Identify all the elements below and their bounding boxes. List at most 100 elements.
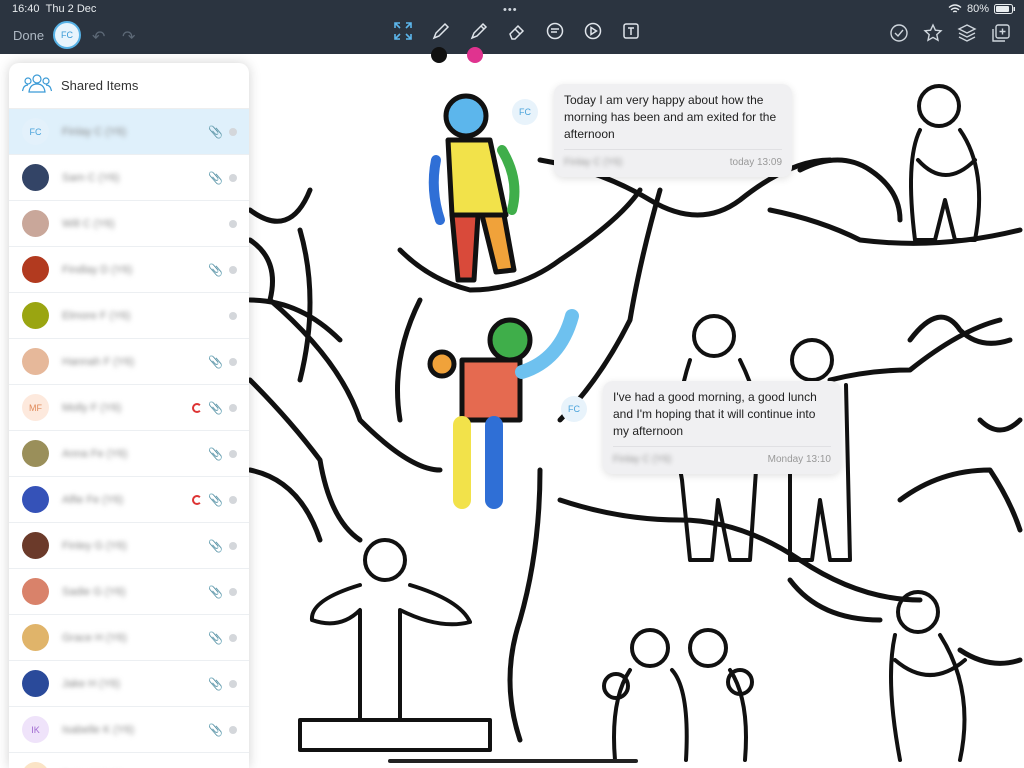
list-item[interactable]: Sam C (Y6) 📎 (9, 155, 249, 201)
comment-time: today 13:09 (729, 157, 782, 168)
list-item[interactable]: Hannah F (Y6) 📎 (9, 339, 249, 385)
status-time: 16:40 Thu 2 Dec (12, 3, 97, 15)
done-button[interactable]: Done (13, 28, 44, 43)
play-icon[interactable] (582, 20, 604, 42)
status-dot-icon (229, 587, 237, 596)
layers-icon[interactable] (956, 22, 978, 44)
student-name: Alfie Fe (Y6) (62, 493, 124, 506)
avatar (22, 578, 49, 605)
student-name: Isabelle K (Y6) (62, 723, 135, 736)
comment-text: Today I am very happy about how the morn… (564, 93, 777, 141)
comment-icon[interactable] (544, 20, 566, 42)
top-toolbar: 16:40 Thu 2 Dec ••• 80% Done FC ↶ ↷ (0, 0, 1024, 63)
colored-figure-top (428, 93, 520, 283)
avatar: IK (22, 716, 49, 743)
sidebar-header: Shared Items (9, 63, 249, 109)
status-dot-icon (229, 219, 237, 228)
list-item[interactable]: Finley G (Y6) 📎 (9, 523, 249, 569)
comment-bubble[interactable]: I've had a good morning, a good lunch an… (603, 381, 841, 474)
paperclip-icon[interactable]: 📎 (208, 677, 223, 691)
avatar (22, 210, 49, 237)
student-name: Findlay D (Y6) (62, 263, 133, 276)
student-name: Will C (Y6) (62, 217, 115, 230)
people-icon (21, 73, 53, 98)
paperclip-icon[interactable]: 📎 (208, 171, 223, 185)
more-dots-icon[interactable]: ••• (503, 4, 518, 16)
status-dot-icon (229, 173, 237, 182)
comment-bubble[interactable]: Today I am very happy about how the morn… (554, 84, 792, 177)
star-icon[interactable] (922, 22, 944, 44)
pencil-icon[interactable] (430, 20, 452, 42)
avatar (22, 624, 49, 651)
comment-meta: Finlay C (Y6) today 13:09 (564, 149, 782, 177)
paperclip-icon[interactable]: 📎 (208, 125, 223, 139)
undo-icon[interactable]: ↶ (92, 27, 105, 47)
status-dot-icon (229, 357, 237, 366)
avatar: FC (22, 118, 49, 145)
student-name: Sadie G (Y6) (62, 585, 126, 598)
list-item[interactable]: Anna Fe (Y6) 📎 (9, 431, 249, 477)
list-item[interactable]: Sadie G (Y6) 📎 (9, 569, 249, 615)
avatar (22, 670, 49, 697)
list-item[interactable]: MF Molly F (Y6) 📎 (9, 385, 249, 431)
text-tool-icon[interactable] (620, 20, 642, 42)
redo-icon[interactable]: ↷ (122, 27, 135, 47)
colored-figure-middle (427, 309, 579, 509)
status-dot-icon (229, 541, 237, 550)
avatar: MF (22, 394, 49, 421)
comment-meta: Finlay C (Y6) Monday 13:10 (613, 446, 831, 474)
battery-percent: 80% (966, 3, 989, 15)
list-item[interactable]: FC Finlay C (Y6) 📎 (9, 109, 249, 155)
check-circle-icon[interactable] (888, 22, 910, 44)
comment-author-avatar[interactable]: FC (512, 99, 538, 125)
student-name: Grace H (Y6) (62, 631, 127, 644)
sidebar-title: Shared Items (61, 78, 139, 93)
status-dot-icon (229, 403, 237, 412)
status-dot-icon (229, 127, 237, 136)
comment-time: Monday 13:10 (767, 454, 831, 465)
status-dot-icon (229, 449, 237, 458)
marker-icon[interactable] (468, 20, 490, 42)
student-name: Molly F (Y6) (62, 401, 122, 414)
paperclip-icon[interactable]: 📎 (208, 539, 223, 553)
list-item[interactable]: Grace H (Y6) 📎 (9, 615, 249, 661)
list-item[interactable]: IK Isabelle K (Y6) 📎 (9, 707, 249, 753)
add-page-icon[interactable] (990, 22, 1012, 44)
status-dot-icon (229, 725, 237, 734)
status-dot-icon (229, 311, 237, 320)
list-item[interactable]: Elmore F (Y6) (9, 293, 249, 339)
paperclip-icon[interactable]: 📎 (208, 263, 223, 277)
paperclip-icon[interactable]: 📎 (208, 493, 223, 507)
fullscreen-icon[interactable] (392, 20, 414, 42)
comment-author-avatar[interactable]: FC (561, 396, 587, 422)
drawing-tools (392, 20, 642, 42)
student-name: Sam C (Y6) (62, 171, 120, 184)
list-item[interactable]: Alfie Fe (Y6) 📎 (9, 477, 249, 523)
comment-text: I've had a good morning, a good lunch an… (613, 390, 817, 438)
right-tools (888, 22, 1012, 44)
paperclip-icon[interactable]: 📎 (208, 401, 223, 415)
paperclip-icon[interactable]: 📎 (208, 723, 223, 737)
student-name: Anna Fe (Y6) (62, 447, 128, 460)
avatar (22, 762, 49, 768)
avatar (22, 348, 49, 375)
list-item[interactable]: Jake H (Y6) 📎 (9, 661, 249, 707)
list-item[interactable]: Will C (Y6) (9, 201, 249, 247)
home-indicator[interactable] (388, 759, 638, 763)
student-name: Elmore F (Y6) (62, 309, 131, 322)
loading-spinner-icon (192, 494, 203, 505)
student-name: Jake H (Y6) (62, 677, 121, 690)
status-dot-icon (229, 495, 237, 504)
paperclip-icon[interactable]: 📎 (208, 447, 223, 461)
avatar (22, 164, 49, 191)
paperclip-icon[interactable]: 📎 (208, 631, 223, 645)
loading-spinner-icon (192, 402, 203, 413)
list-item[interactable]: Ruby K (Y6) (9, 753, 249, 768)
user-avatar[interactable]: FC (53, 21, 81, 49)
list-item[interactable]: Findlay D (Y6) 📎 (9, 247, 249, 293)
paperclip-icon[interactable]: 📎 (208, 355, 223, 369)
status-right: 80% (948, 3, 1016, 15)
student-name: Hannah F (Y6) (62, 355, 135, 368)
eraser-icon[interactable] (506, 20, 528, 42)
paperclip-icon[interactable]: 📎 (208, 585, 223, 599)
